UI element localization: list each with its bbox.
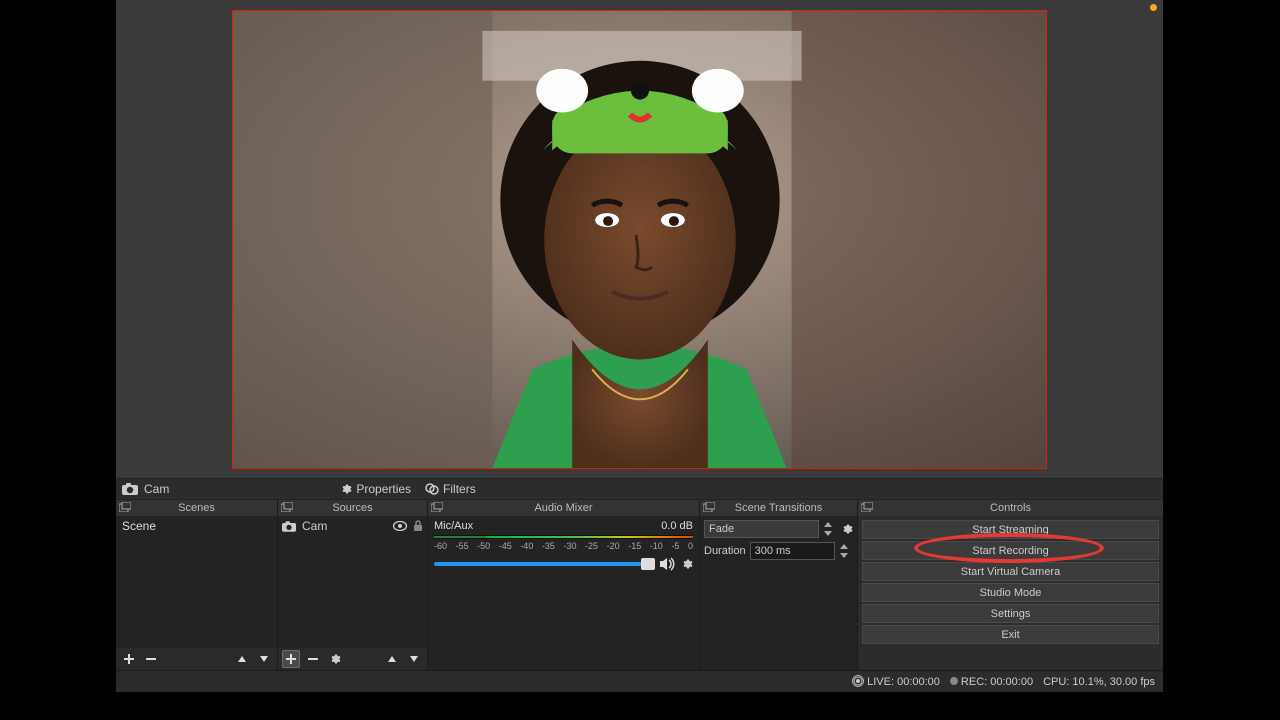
obs-window: Cam Properties Filters Scenes [116,0,1163,692]
record-dot-icon [950,677,958,685]
transitions-panel: Scene Transitions Fade Duration [700,500,858,670]
popout-icon[interactable] [431,502,443,512]
filters-icon [425,483,439,495]
status-indicator-dot [1150,4,1157,11]
toolbar-source-name: Cam [144,482,169,496]
popout-icon[interactable] [861,502,873,512]
speaker-icon[interactable] [659,557,675,571]
camera-icon [122,483,138,495]
start-streaming-button[interactable]: Start Streaming [862,520,1159,539]
mixer-channel-name: Mic/Aux [434,520,473,532]
add-source-button[interactable] [282,650,300,668]
remove-scene-button[interactable] [142,650,160,668]
properties-button[interactable]: Properties [336,482,415,496]
eye-icon[interactable] [393,521,407,531]
duration-input[interactable]: 300 ms [750,542,835,560]
source-settings-button[interactable] [326,650,344,668]
start-recording-button[interactable]: Start Recording [862,541,1159,560]
popout-icon[interactable] [119,502,131,512]
gear-icon [340,483,352,495]
scene-item[interactable]: Scene [116,516,277,536]
settings-button[interactable]: Settings [862,604,1159,623]
scenes-panel: Scenes Scene [116,500,278,670]
scenes-header: Scenes [116,500,277,516]
audio-mixer-panel: Audio Mixer Mic/Aux 0.0 dB -60-55-50-45-… [428,500,700,670]
dock: Scenes Scene Sources [116,500,1163,670]
rec-status: REC: 00:00:00 [950,676,1033,688]
source-item[interactable]: Cam [278,516,427,536]
controls-header: Controls [858,500,1163,516]
meter-ticks: -60-55-50-45-40-35-30-25-20-15-10-50 [434,541,693,551]
sources-panel: Sources Cam [278,500,428,670]
add-scene-button[interactable] [120,650,138,668]
broadcast-icon [852,676,867,688]
lock-icon[interactable] [413,520,423,532]
transition-select[interactable]: Fade [704,520,819,538]
controls-panel: Controls Start Streaming Start Recording… [858,500,1163,670]
sources-header: Sources [278,500,427,516]
transitions-header: Scene Transitions [700,500,857,516]
status-bar: LIVE: 00:00:00 REC: 00:00:00 CPU: 10.1%,… [116,670,1163,692]
volume-slider[interactable] [434,562,653,566]
filters-button[interactable]: Filters [421,482,480,496]
live-status: LIVE: 00:00:00 [852,675,940,688]
source-down-button[interactable] [405,650,423,668]
studio-mode-button[interactable]: Studio Mode [862,583,1159,602]
scene-up-button[interactable] [233,650,251,668]
audio-meter: -60-55-50-45-40-35-30-25-20-15-10-50 [434,535,693,551]
source-up-button[interactable] [383,650,401,668]
preview-area [116,0,1163,478]
source-toolbar: Cam Properties Filters [116,478,1163,500]
mixer-level: 0.0 dB [661,520,693,532]
duration-label: Duration [704,545,746,557]
stepper-icon[interactable] [823,521,837,537]
cpu-status: CPU: 10.1%, 30.00 fps [1043,676,1155,688]
popout-icon[interactable] [703,502,715,512]
camera-icon [282,521,296,532]
webcam-preview[interactable] [232,10,1047,469]
mixer-header: Audio Mixer [428,500,699,516]
gear-icon[interactable] [681,558,693,570]
popout-icon[interactable] [281,502,293,512]
stepper-icon[interactable] [839,543,853,559]
remove-source-button[interactable] [304,650,322,668]
exit-button[interactable]: Exit [862,625,1159,644]
gear-icon[interactable] [841,523,853,535]
scene-down-button[interactable] [255,650,273,668]
start-virtual-camera-button[interactable]: Start Virtual Camera [862,562,1159,581]
